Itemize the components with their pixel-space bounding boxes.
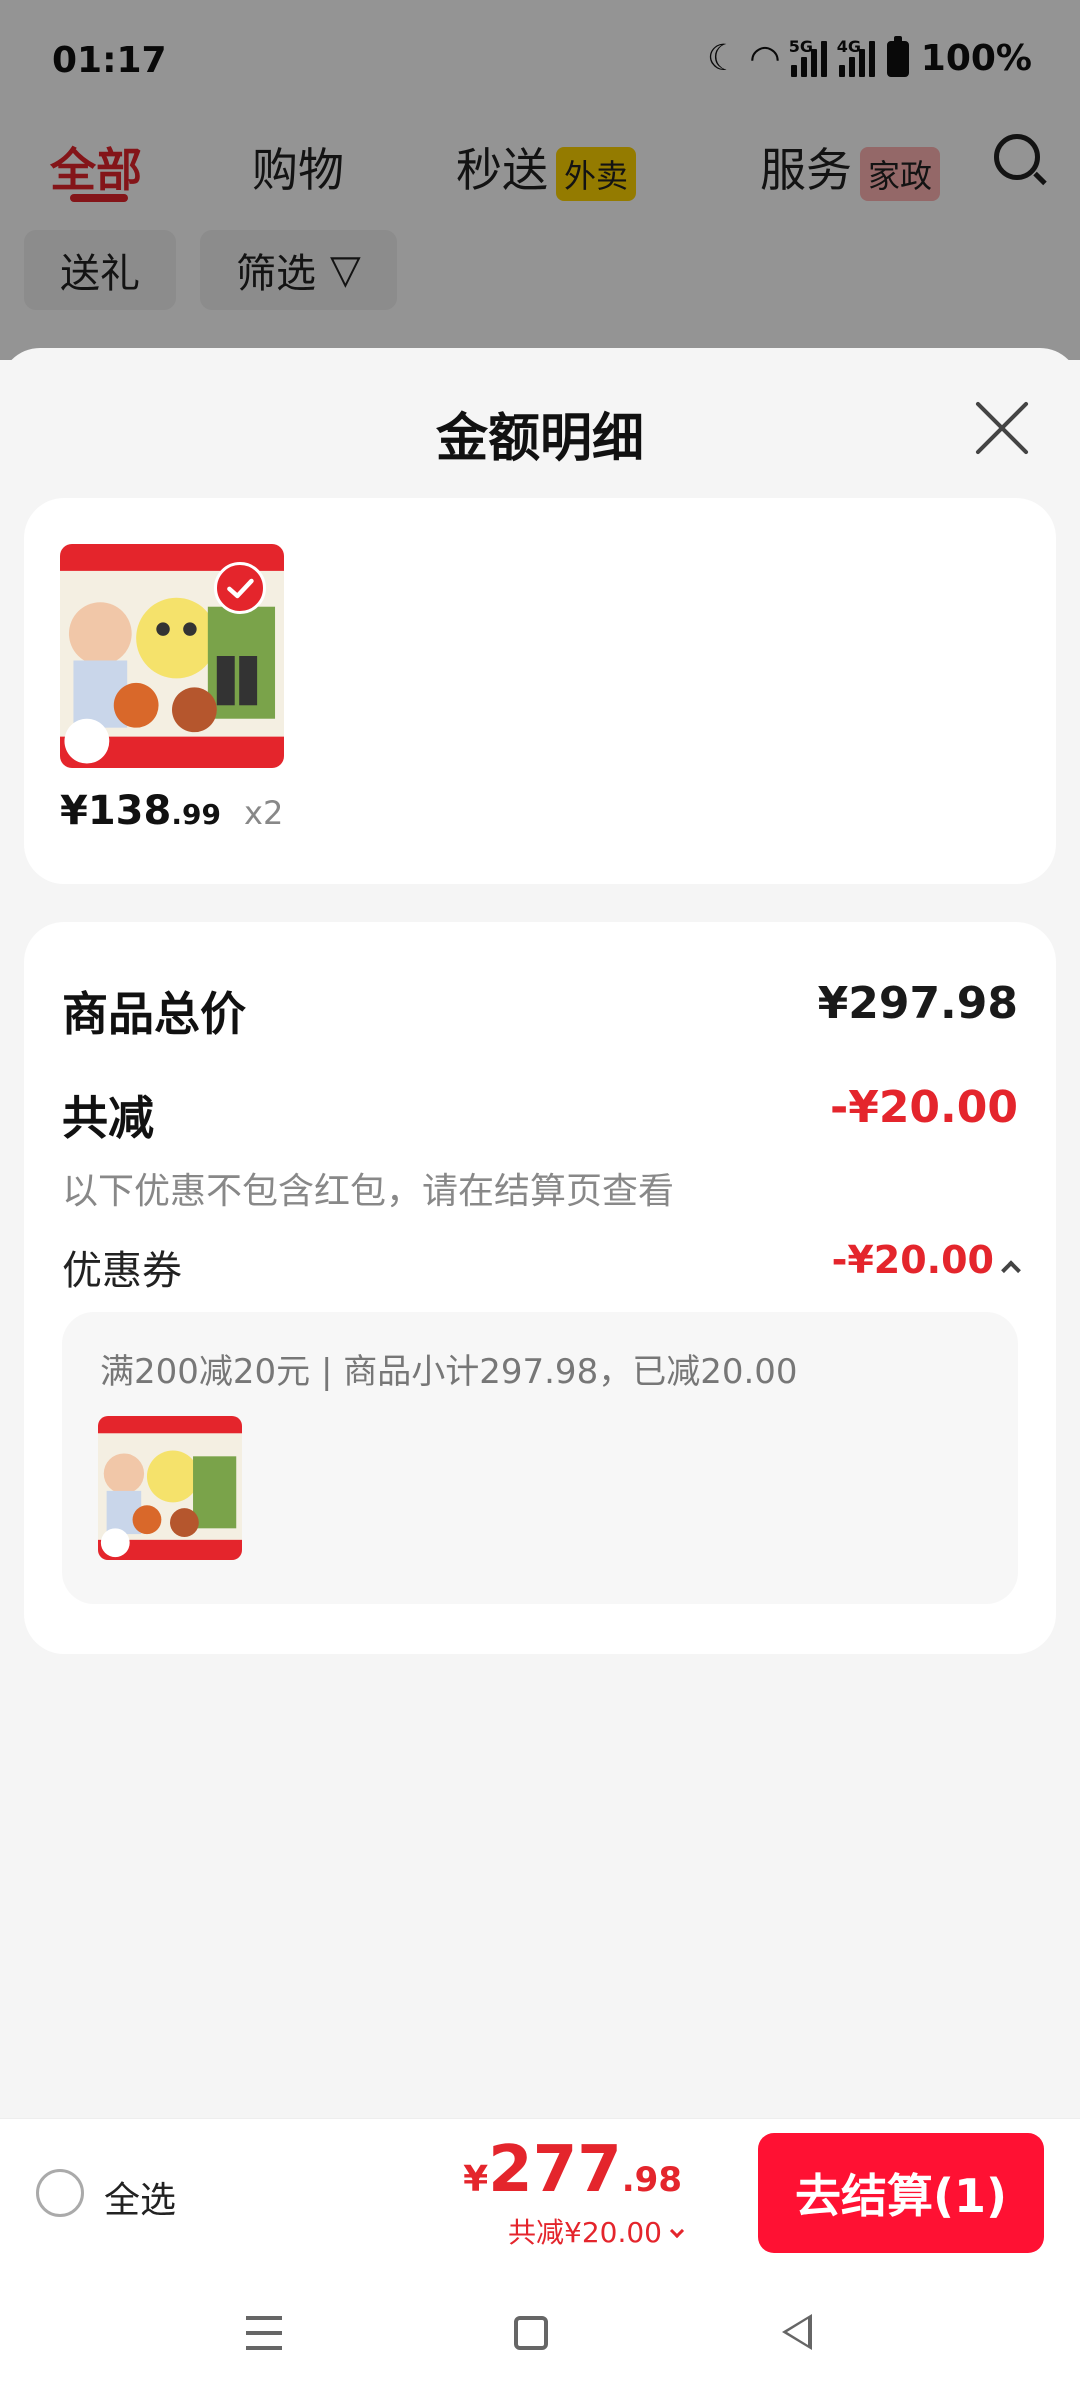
amount-summary-card: 商品总价 ¥297.98 共减 -¥20.00 以下优惠不包含红包，请在结算页查… <box>24 922 1056 1654</box>
discount-value: -¥20.00 <box>829 1082 1018 1133</box>
menu-icon[interactable] <box>246 2316 282 2350</box>
total-payable: ¥277.98 <box>463 2133 682 2207</box>
system-nav-bar <box>0 2266 1080 2400</box>
discount-label: 共减 <box>62 1091 154 1145</box>
amount-detail-sheet: 金额明细 ¥138.99 x2 商品总价 ¥297.98 共减 -¥20.00 … <box>0 348 1080 2118</box>
home-icon[interactable] <box>514 2316 548 2350</box>
dim-overlay[interactable] <box>0 0 1080 360</box>
coupon-product-image[interactable] <box>98 1416 242 1560</box>
reduced-amount[interactable]: 共减¥20.00 <box>508 2211 685 2251</box>
coupon-label: 优惠券 <box>62 1248 182 1294</box>
select-all-label[interactable]: 全选 <box>104 2171 176 2223</box>
discount-note-row: 以下优惠不包含红包，请在结算页查看 <box>62 1162 1018 1214</box>
coupon-row[interactable]: 优惠券 -¥20.00 <box>62 1238 1021 1296</box>
total-label: 商品总价 <box>62 987 246 1041</box>
discount-row: 共减 -¥20.00 <box>62 1082 1018 1148</box>
check-icon <box>214 562 266 614</box>
close-icon[interactable] <box>970 396 1034 460</box>
product-card: ¥138.99 x2 <box>24 498 1056 884</box>
discount-note: 以下优惠不包含红包，请在结算页查看 <box>62 1171 675 1212</box>
checkout-bar: 全选 ¥277.98 共减¥20.00 去结算(1) <box>0 2118 1080 2266</box>
checkout-button[interactable]: 去结算(1) <box>758 2133 1044 2253</box>
coupon-detail: 满200减20元 | 商品小计297.98，已减20.00 <box>100 1352 798 1392</box>
sheet-title: 金额明细 <box>435 409 644 469</box>
chevron-down-icon <box>669 2223 685 2239</box>
total-value: ¥297.98 <box>817 978 1018 1029</box>
select-all-radio[interactable] <box>36 2169 84 2217</box>
total-row: 商品总价 ¥297.98 <box>62 978 1018 1044</box>
product-price: ¥138.99 <box>60 788 221 834</box>
product-quantity: x2 <box>244 794 284 832</box>
coupon-value: -¥20.00 <box>832 1238 1021 1282</box>
back-icon[interactable] <box>782 2314 812 2350</box>
coupon-detail-box: 满200减20元 | 商品小计297.98，已减20.00 <box>62 1312 1018 1604</box>
chevron-up-icon <box>1001 1260 1021 1281</box>
